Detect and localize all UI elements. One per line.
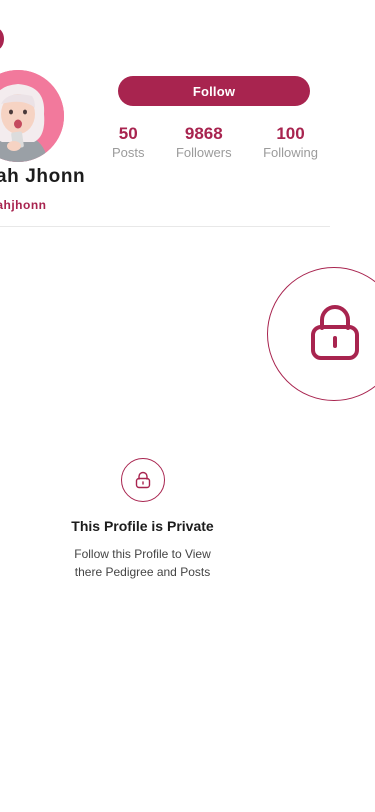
lock-icon <box>135 471 151 489</box>
private-title: This Profile is Private <box>71 518 214 534</box>
divider <box>0 226 330 227</box>
avatar[interactable] <box>0 70 64 162</box>
profile-screen: Follow 50 Posts 9868 Followers 100 Follo… <box>0 0 375 812</box>
stat-followers-value: 9868 <box>184 124 223 143</box>
stat-following-label: Following <box>263 145 318 160</box>
stat-following-value: 100 <box>276 124 305 143</box>
stat-posts-value: 50 <box>118 124 138 143</box>
follow-button[interactable]: Follow <box>118 76 310 106</box>
private-subtitle: Follow this Profile to View there Pedigr… <box>0 545 285 581</box>
avatar-image <box>0 70 64 162</box>
profile-username: arahjhonn <box>0 198 47 212</box>
stat-followers[interactable]: 9868 Followers <box>176 124 232 161</box>
stat-posts-label: Posts <box>112 145 145 160</box>
profile-stats: 50 Posts 9868 Followers 100 Following <box>112 124 318 161</box>
stat-following[interactable]: 100 Following <box>263 124 318 161</box>
profile-name: rah Jhonn <box>0 166 86 187</box>
back-icon[interactable] <box>0 28 4 50</box>
private-lock-badge <box>121 458 165 502</box>
lock-icon <box>311 305 359 360</box>
stat-posts[interactable]: 50 Posts <box>112 124 145 161</box>
private-subtitle-line2: there Pedigree and Posts <box>74 565 211 579</box>
stat-followers-label: Followers <box>175 145 232 160</box>
private-subtitle-line1: Follow this Profile to View <box>74 547 211 561</box>
